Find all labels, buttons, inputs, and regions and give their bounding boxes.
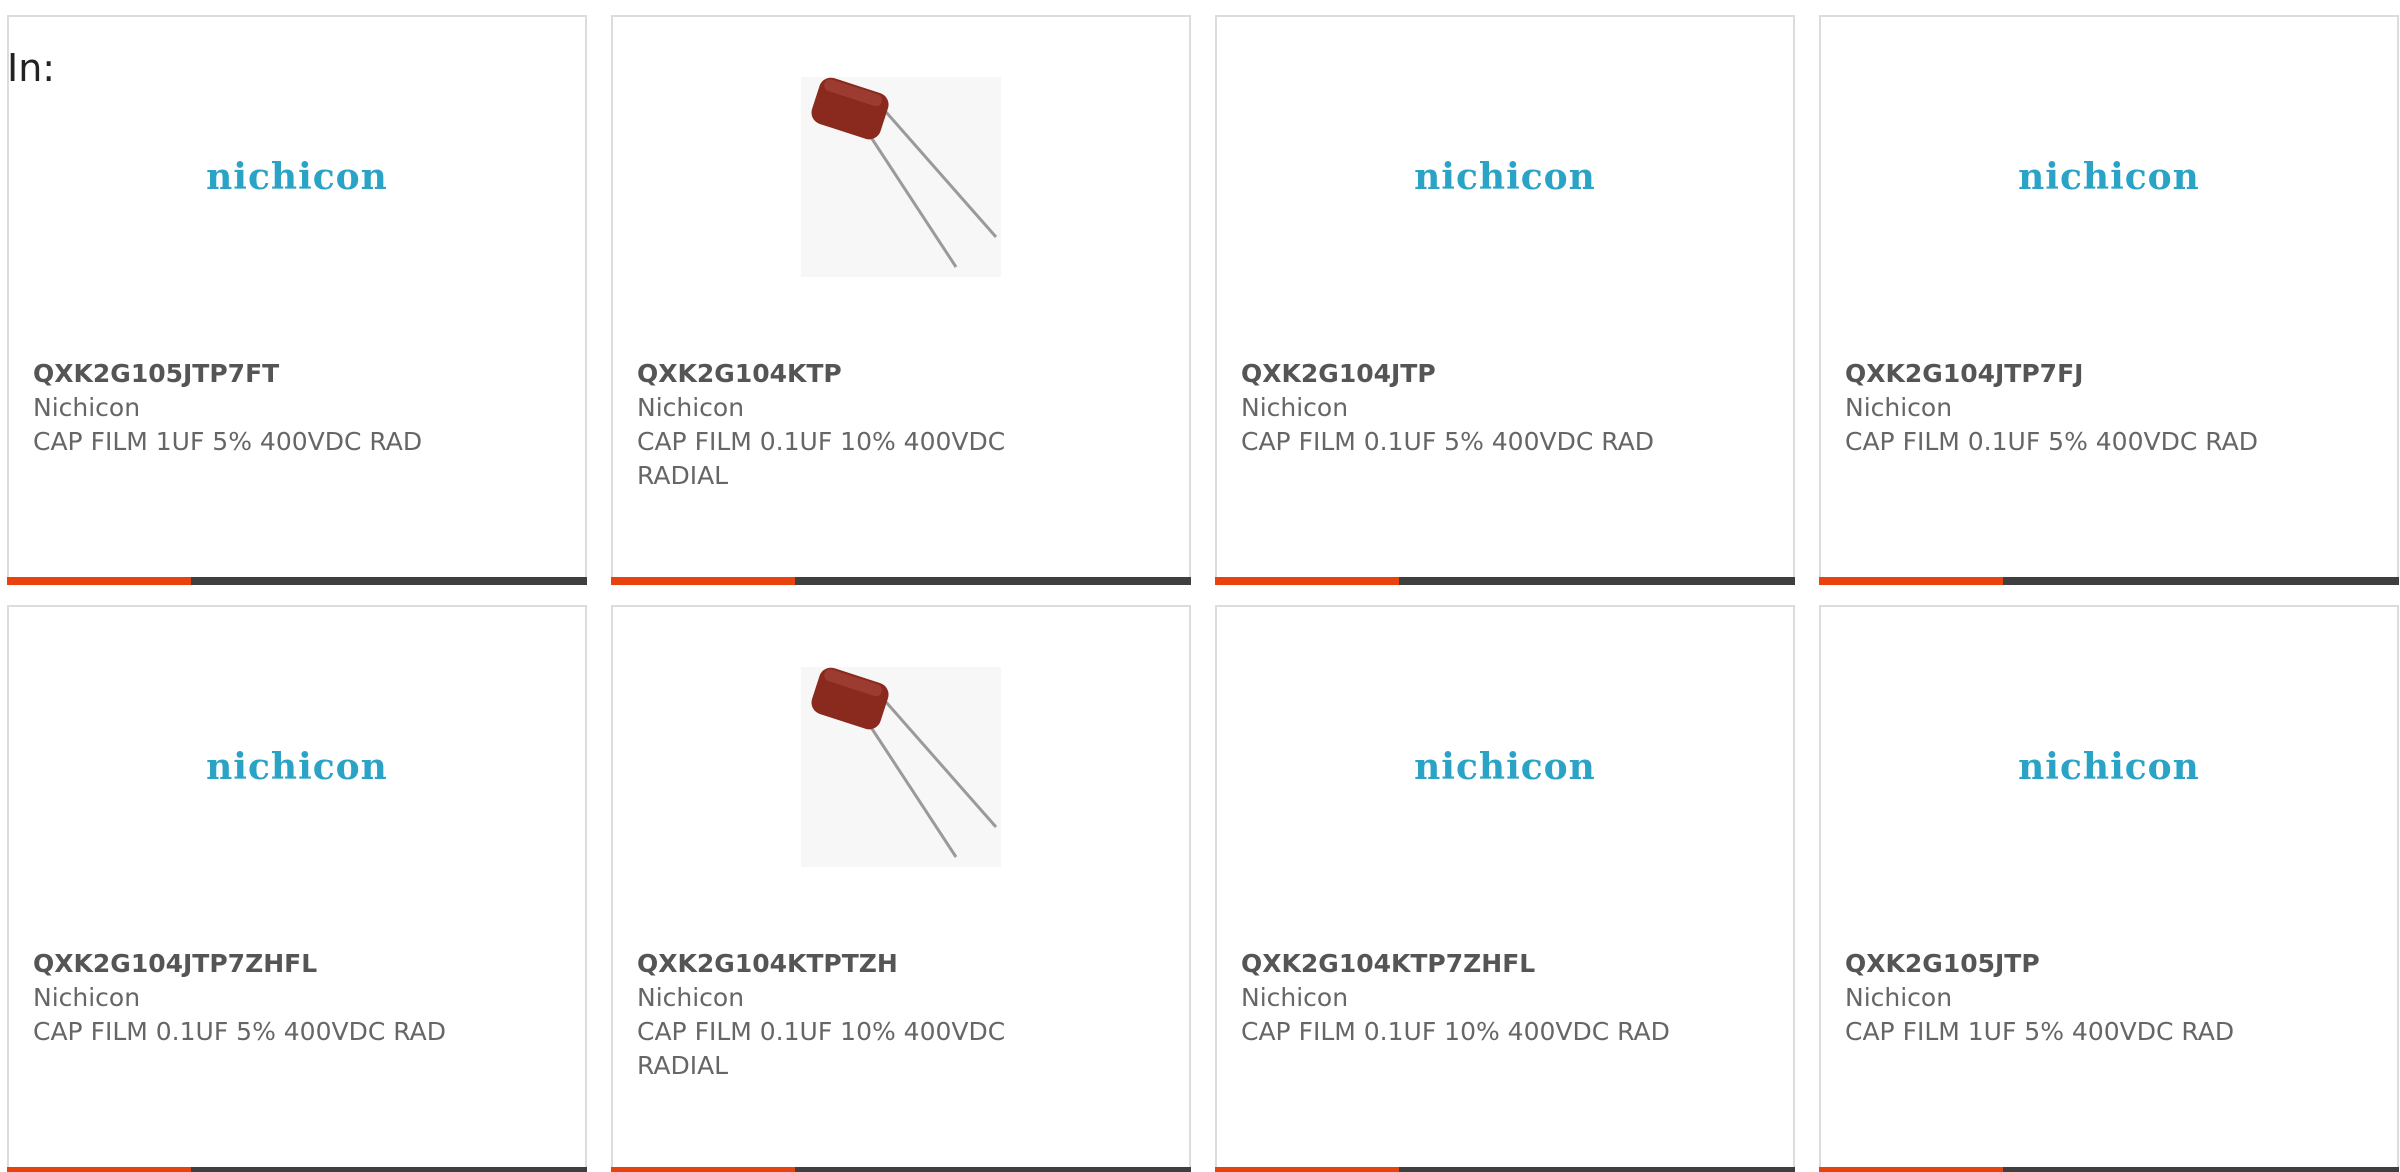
card-accent-bar <box>7 577 191 585</box>
product-card[interactable]: nichicon QXK2G104JTP7FJ Nichicon CAP FIL… <box>1819 15 2399 585</box>
product-part-number[interactable]: QXK2G104JTP7FJ <box>1845 357 2373 391</box>
product-info: QXK2G104JTP7ZHFL Nichicon CAP FILM 0.1UF… <box>33 947 561 1049</box>
nichicon-logo: nichicon <box>2018 746 2200 788</box>
product-info: QXK2G104KTPTZH Nichicon CAP FILM 0.1UF 1… <box>637 947 1165 1083</box>
product-manufacturer: Nichicon <box>33 983 141 1012</box>
product-description: CAP FILM 0.1UF 10% 400VDC RADIAL <box>637 427 1006 490</box>
product-image-area: nichicon <box>1217 77 1793 277</box>
card-accent-bar <box>611 577 795 585</box>
product-card[interactable]: QXK2G104KTP Nichicon CAP FILM 0.1UF 10% … <box>611 15 1191 585</box>
product-part-number[interactable]: QXK2G105JTP <box>1845 947 2373 981</box>
product-image-area <box>613 77 1189 277</box>
filter-in-label: In: <box>7 46 56 90</box>
card-bottom-bar <box>611 577 1191 585</box>
product-description: CAP FILM 1UF 5% 400VDC RAD <box>33 427 423 456</box>
product-manufacturer: Nichicon <box>1845 393 1953 422</box>
product-description: CAP FILM 0.1UF 5% 400VDC RAD <box>33 1017 446 1046</box>
nichicon-logo: nichicon <box>2018 156 2200 198</box>
product-description: CAP FILM 1UF 5% 400VDC RAD <box>1845 1017 2235 1046</box>
card-accent-bar <box>1215 577 1399 585</box>
product-info: QXK2G104JTP7FJ Nichicon CAP FILM 0.1UF 5… <box>1845 357 2373 459</box>
product-grid: nichicon QXK2G105JTP7FT Nichicon CAP FIL… <box>7 15 2399 1172</box>
card-bottom-bar <box>7 1167 587 1172</box>
card-accent-bar <box>1215 1167 1399 1172</box>
product-part-number[interactable]: QXK2G104JTP7ZHFL <box>33 947 561 981</box>
product-description: CAP FILM 0.1UF 5% 400VDC RAD <box>1241 427 1654 456</box>
product-card[interactable]: nichicon QXK2G105JTP Nichicon CAP FILM 1… <box>1819 605 2399 1172</box>
card-bottom-bar <box>1819 1167 2399 1172</box>
product-card[interactable]: QXK2G104KTPTZH Nichicon CAP FILM 0.1UF 1… <box>611 605 1191 1172</box>
product-description: CAP FILM 0.1UF 10% 400VDC RADIAL <box>637 1017 1006 1080</box>
product-grid-page: In: nichicon QXK2G105JTP7FT Nichicon CAP… <box>0 0 2400 1172</box>
product-image-area: nichicon <box>9 77 585 277</box>
card-accent-bar <box>7 1167 191 1172</box>
product-description: CAP FILM 0.1UF 5% 400VDC RAD <box>1845 427 2258 456</box>
product-info: QXK2G104KTP Nichicon CAP FILM 0.1UF 10% … <box>637 357 1165 493</box>
card-bottom-bar <box>7 577 587 585</box>
product-info: QXK2G105JTP7FT Nichicon CAP FILM 1UF 5% … <box>33 357 561 459</box>
product-manufacturer: Nichicon <box>33 393 141 422</box>
product-manufacturer: Nichicon <box>1241 983 1349 1012</box>
card-accent-bar <box>1819 1167 2003 1172</box>
product-card[interactable]: nichicon QXK2G105JTP7FT Nichicon CAP FIL… <box>7 15 587 585</box>
product-manufacturer: Nichicon <box>1241 393 1349 422</box>
product-image-area: nichicon <box>1821 667 2397 867</box>
product-image-area <box>613 667 1189 867</box>
nichicon-logo: nichicon <box>1414 156 1596 198</box>
product-part-number[interactable]: QXK2G104JTP <box>1241 357 1769 391</box>
card-accent-bar <box>1819 577 2003 585</box>
product-part-number[interactable]: QXK2G105JTP7FT <box>33 357 561 391</box>
product-manufacturer: Nichicon <box>1845 983 1953 1012</box>
card-bottom-bar <box>1819 577 2399 585</box>
product-card[interactable]: nichicon QXK2G104KTP7ZHFL Nichicon CAP F… <box>1215 605 1795 1172</box>
capacitor-photo <box>801 667 1001 867</box>
product-image-area: nichicon <box>1217 667 1793 867</box>
product-part-number[interactable]: QXK2G104KTP7ZHFL <box>1241 947 1769 981</box>
card-bottom-bar <box>1215 1167 1795 1172</box>
card-bottom-bar <box>611 1167 1191 1172</box>
product-info: QXK2G105JTP Nichicon CAP FILM 1UF 5% 400… <box>1845 947 2373 1049</box>
nichicon-logo: nichicon <box>206 746 388 788</box>
product-manufacturer: Nichicon <box>637 983 745 1012</box>
nichicon-logo: nichicon <box>206 156 388 198</box>
product-card[interactable]: nichicon QXK2G104JTP Nichicon CAP FILM 0… <box>1215 15 1795 585</box>
product-info: QXK2G104KTP7ZHFL Nichicon CAP FILM 0.1UF… <box>1241 947 1769 1049</box>
product-image-area: nichicon <box>9 667 585 867</box>
product-part-number[interactable]: QXK2G104KTP <box>637 357 1165 391</box>
product-part-number[interactable]: QXK2G104KTPTZH <box>637 947 1165 981</box>
product-info: QXK2G104JTP Nichicon CAP FILM 0.1UF 5% 4… <box>1241 357 1769 459</box>
product-image-area: nichicon <box>1821 77 2397 277</box>
card-bottom-bar <box>1215 577 1795 585</box>
nichicon-logo: nichicon <box>1414 746 1596 788</box>
product-manufacturer: Nichicon <box>637 393 745 422</box>
product-card[interactable]: nichicon QXK2G104JTP7ZHFL Nichicon CAP F… <box>7 605 587 1172</box>
product-description: CAP FILM 0.1UF 10% 400VDC RAD <box>1241 1017 1670 1046</box>
card-accent-bar <box>611 1167 795 1172</box>
capacitor-photo <box>801 77 1001 277</box>
